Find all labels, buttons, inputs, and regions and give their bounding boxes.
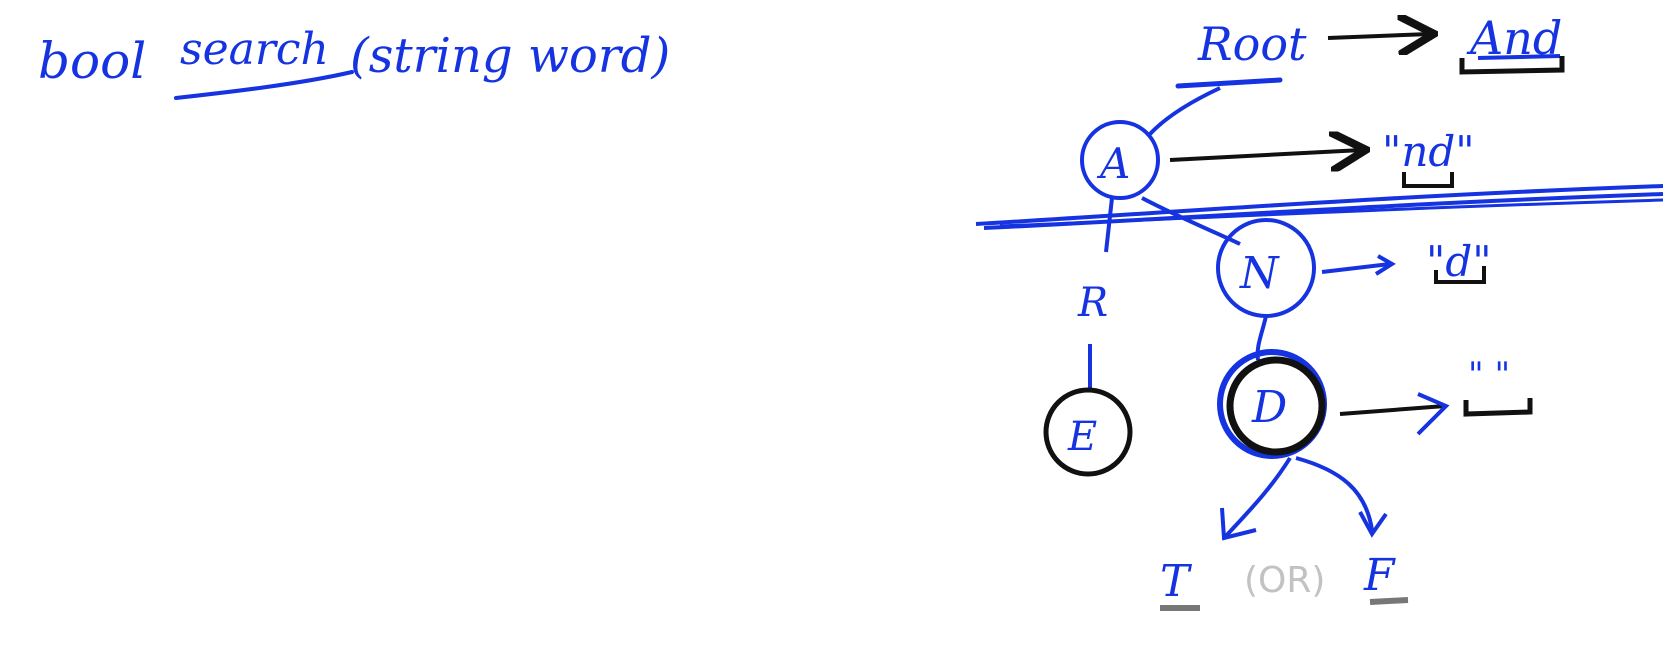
- node-d-label: D: [1251, 382, 1287, 433]
- outcome-true: T: [1160, 556, 1193, 607]
- function-signature: bool search (string word): [38, 24, 670, 100]
- root-word-underline: [1477, 54, 1561, 60]
- function-name-underline: [174, 70, 354, 100]
- node-n-label: N: [1239, 248, 1280, 299]
- trie-root: Root And: [1175, 11, 1565, 89]
- function-name: search: [180, 24, 329, 75]
- node-a-label: A: [1096, 139, 1130, 188]
- edge-a-r: [1104, 197, 1114, 253]
- node-n: N "d": [1216, 218, 1492, 318]
- edge-a-n: [1141, 196, 1241, 246]
- node-e-label: E: [1067, 414, 1097, 460]
- root-underline: [1175, 77, 1283, 89]
- node-r-label: R: [1077, 280, 1108, 326]
- return-type: bool: [38, 32, 146, 90]
- function-params: (string word): [350, 28, 670, 84]
- node-a-remaining: "nd": [1382, 127, 1475, 176]
- node-d: D " ": [1217, 349, 1533, 459]
- outcome-false: F: [1363, 550, 1396, 601]
- whiteboard-canvas: bool search (string word) Root And A "nd…: [38, 11, 1663, 611]
- node-e: E: [1043, 387, 1133, 477]
- node-a-arrow: [1169, 150, 1362, 160]
- root-label: Root: [1197, 17, 1307, 71]
- edge-d-true: [1224, 456, 1292, 538]
- cross-out-strokes: [975, 184, 1663, 230]
- root-to-word-arrow: [1327, 34, 1430, 38]
- edge-d-false: [1295, 456, 1374, 531]
- search-outcomes: T (OR) F: [1160, 550, 1409, 611]
- node-d-remaining: " ": [1468, 355, 1510, 395]
- outcome-or: (OR): [1244, 560, 1325, 601]
- node-d-remaining-bracket: [1463, 398, 1533, 417]
- node-d-arrow-line: [1339, 404, 1446, 416]
- node-a: A "nd": [1080, 120, 1475, 200]
- node-d-arrow-head: [1416, 392, 1450, 436]
- edge-root-a: [1148, 86, 1221, 136]
